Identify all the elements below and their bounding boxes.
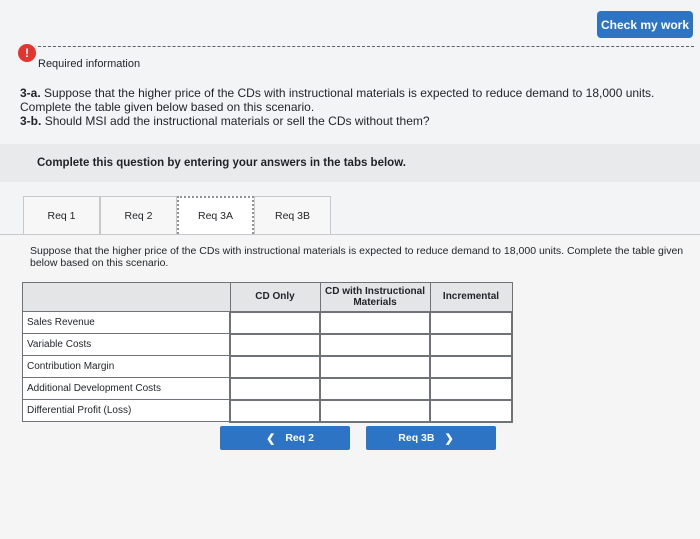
header-cd-only: CD Only: [229, 282, 321, 312]
instruction-text: Complete this question by entering your …: [37, 157, 406, 169]
input-variable-costs-incremental[interactable]: [429, 332, 513, 357]
row-label-contribution-margin: Contribution Margin: [22, 355, 231, 378]
tab-req-1[interactable]: Req 1: [23, 196, 100, 234]
input-development-costs-cd-with-materials[interactable]: [319, 376, 431, 401]
chevron-right-icon: ❯: [444, 432, 454, 445]
table-row: Variable Costs: [22, 332, 513, 357]
row-label-sales-revenue: Sales Revenue: [22, 311, 231, 334]
question-part-a: 3-a. Suppose that the higher price of th…: [20, 86, 696, 114]
input-differential-profit-incremental[interactable]: [429, 398, 513, 423]
row-label-additional-development-costs: Additional Development Costs: [22, 377, 231, 400]
next-req-3b-button[interactable]: Req 3B ❯: [366, 426, 496, 450]
question-part-b: 3-b. Should MSI add the instructional ma…: [20, 114, 696, 128]
input-sales-revenue-incremental[interactable]: [429, 310, 513, 335]
table-row: Differential Profit (Loss): [22, 398, 513, 423]
input-contribution-margin-incremental[interactable]: [429, 354, 513, 379]
part-b-text: Should MSI add the instructional materia…: [44, 114, 430, 128]
table-row: Contribution Margin: [22, 354, 513, 379]
row-label-differential-profit: Differential Profit (Loss): [22, 399, 231, 422]
info-icon: !: [18, 44, 36, 62]
table-row: Additional Development Costs: [22, 376, 513, 401]
check-my-work-button[interactable]: Check my work: [597, 11, 693, 38]
tab-req-2[interactable]: Req 2: [100, 196, 177, 234]
required-information-label[interactable]: Required information: [38, 58, 140, 70]
header-blank: [22, 282, 231, 312]
chevron-left-icon: ❮: [266, 432, 276, 445]
part-a-text: Suppose that the higher price of the CDs…: [20, 86, 655, 114]
next-button-label: Req 3B: [398, 432, 435, 444]
prev-button-label: Req 2: [285, 432, 314, 444]
input-variable-costs-cd-only[interactable]: [229, 332, 321, 357]
input-variable-costs-cd-with-materials[interactable]: [319, 332, 431, 357]
scenario-table: CD Only CD with Instructional Materials …: [22, 282, 513, 423]
tab-description: Suppose that the higher price of the CDs…: [30, 245, 684, 269]
input-contribution-margin-cd-with-materials[interactable]: [319, 354, 431, 379]
input-development-costs-cd-only[interactable]: [229, 376, 321, 401]
prev-req-2-button[interactable]: ❮ Req 2: [220, 426, 350, 450]
input-sales-revenue-cd-only[interactable]: [229, 310, 321, 335]
question-text: 3-a. Suppose that the higher price of th…: [20, 86, 696, 128]
table-header-row: CD Only CD with Instructional Materials …: [22, 282, 513, 312]
header-cd-with-materials: CD with Instructional Materials: [319, 282, 431, 312]
table-row: Sales Revenue: [22, 310, 513, 335]
input-differential-profit-cd-with-materials[interactable]: [319, 398, 431, 423]
input-development-costs-incremental[interactable]: [429, 376, 513, 401]
input-differential-profit-cd-only[interactable]: [229, 398, 321, 423]
part-b-prefix: 3-b.: [20, 114, 42, 128]
row-label-variable-costs: Variable Costs: [22, 333, 231, 356]
top-divider: [28, 46, 694, 47]
part-a-prefix: 3-a.: [20, 86, 41, 100]
tab-req-3a[interactable]: Req 3A: [177, 196, 254, 234]
input-contribution-margin-cd-only[interactable]: [229, 354, 321, 379]
tab-req-3b[interactable]: Req 3B: [254, 196, 331, 234]
header-incremental: Incremental: [429, 282, 513, 312]
input-sales-revenue-cd-with-materials[interactable]: [319, 310, 431, 335]
